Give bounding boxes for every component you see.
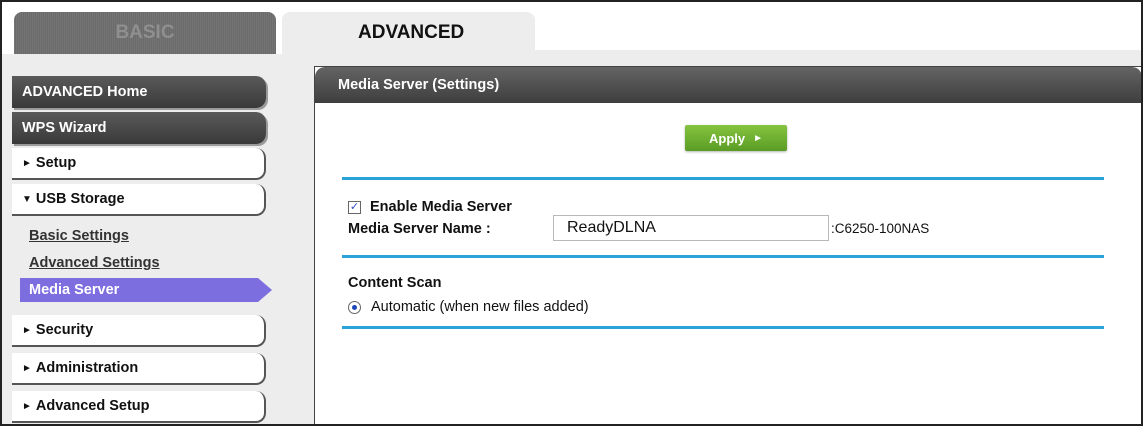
divider — [342, 326, 1104, 329]
media-server-name-suffix: :C6250-100NAS — [831, 221, 930, 236]
triangle-right-icon: ► — [22, 362, 32, 374]
sidebar-item-label: WPS Wizard — [22, 120, 107, 136]
media-server-name-label: Media Server Name : — [348, 221, 491, 237]
tab-advanced[interactable]: ADVANCED — [282, 12, 535, 54]
apply-button[interactable]: Apply ► — [685, 125, 787, 151]
sidebar-item-label: Setup — [35, 155, 77, 171]
sidebar-item-label: Security — [35, 322, 94, 338]
sidebar-item-usb-storage[interactable]: ▼ USB Storage — [12, 184, 266, 216]
divider — [342, 255, 1104, 258]
triangle-right-icon: ► — [22, 324, 32, 336]
triangle-right-icon: ► — [22, 157, 32, 169]
tab-basic[interactable]: BASIC — [14, 12, 276, 54]
triangle-down-icon: ▼ — [22, 193, 32, 205]
triangle-right-icon: ► — [22, 400, 32, 412]
automatic-scan-row: Automatic (when new files added) — [348, 299, 589, 315]
sidebar-item-advanced-home[interactable]: ADVANCED Home — [12, 76, 266, 108]
panel-title-text: Media Server (Settings) — [338, 77, 500, 93]
media-server-panel: Media Server (Settings) Apply ► ✓ Enable… — [314, 66, 1141, 424]
sidebar-item-label: USB Storage — [35, 191, 125, 207]
content-scan-label: Content Scan — [348, 275, 442, 291]
play-arrow-icon: ► — [753, 132, 764, 144]
sidebar-item-setup[interactable]: ► Setup — [12, 148, 266, 180]
apply-button-label: Apply — [708, 130, 746, 146]
enable-media-server-label: Enable Media Server — [370, 199, 512, 215]
sidebar-item-label: ADVANCED Home — [22, 84, 148, 100]
enable-media-server-row: ✓ Enable Media Server — [348, 199, 512, 215]
enable-media-server-checkbox[interactable]: ✓ — [348, 200, 361, 214]
sidebar-item-wps-wizard[interactable]: WPS Wizard — [12, 112, 266, 144]
sidebar-item-advanced-setup[interactable]: ► Advanced Setup — [12, 391, 266, 423]
automatic-scan-radio[interactable] — [348, 300, 361, 314]
panel-body: Apply ► ✓ Enable Media Server Media Serv… — [315, 103, 1141, 424]
media-server-name-input[interactable]: ReadyDLNA — [553, 215, 829, 241]
sidebar-item-label: Media Server — [29, 282, 120, 298]
sidebar-item-label: Advanced Setup — [35, 398, 150, 414]
divider — [342, 177, 1104, 180]
sidebar-sub-media-server[interactable]: Media Server — [20, 278, 272, 302]
sidebar-sub-advanced-settings[interactable]: Advanced Settings — [29, 255, 160, 271]
tab-strip: BASIC ADVANCED — [2, 2, 1141, 54]
sidebar-sub-basic-settings[interactable]: Basic Settings — [29, 228, 129, 244]
panel-title: Media Server (Settings) — [315, 67, 1141, 103]
sidebar-item-security[interactable]: ► Security — [12, 315, 266, 347]
sidebar-item-administration[interactable]: ► Administration — [12, 353, 266, 385]
automatic-scan-label: Automatic (when new files added) — [371, 299, 589, 315]
router-admin-window: BASIC ADVANCED ADVANCED Home WPS Wizard … — [0, 0, 1143, 426]
sidebar-item-label: Administration — [35, 360, 139, 376]
media-server-name-value: ReadyDLNA — [567, 219, 656, 236]
